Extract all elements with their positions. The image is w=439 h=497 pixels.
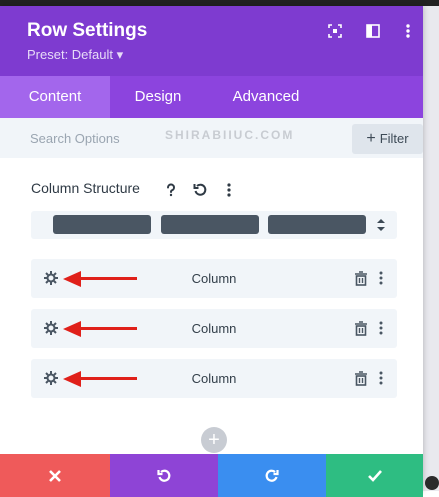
watermark-text: SHIRABIIUC.COM	[165, 128, 295, 142]
gear-icon[interactable]	[43, 320, 59, 341]
reset-icon[interactable]	[192, 182, 208, 198]
check-icon	[367, 470, 382, 483]
preset-dropdown[interactable]: Preset: Default ▾	[27, 47, 123, 63]
gear-icon[interactable]	[43, 270, 59, 291]
column-structure-select[interactable]	[31, 211, 397, 239]
plus-icon: +	[366, 130, 376, 147]
more-icon[interactable]	[399, 22, 417, 40]
trash-icon[interactable]	[354, 271, 368, 292]
structure-column-block	[53, 215, 151, 234]
panel-header: Row Settings Preset: Default ▾	[0, 6, 423, 76]
column-row[interactable]: Column	[31, 359, 397, 398]
updown-icon	[375, 217, 387, 238]
plus-icon: +	[208, 429, 220, 451]
column-structure-label: Column Structure	[31, 180, 140, 196]
tab-content[interactable]: Content	[0, 76, 110, 118]
more-icon[interactable]	[221, 182, 237, 198]
tab-design[interactable]: Design	[118, 76, 198, 118]
column-label: Column	[191, 271, 237, 286]
trash-icon[interactable]	[354, 371, 368, 392]
help-icon[interactable]	[163, 182, 179, 198]
column-label: Column	[191, 371, 237, 386]
red-arrow-annotation	[59, 269, 139, 294]
filter-button[interactable]: + Filter	[352, 124, 423, 154]
close-icon	[49, 470, 61, 483]
column-row[interactable]: Column	[31, 309, 397, 348]
split-view-icon[interactable]	[364, 22, 382, 40]
gear-icon[interactable]	[43, 370, 59, 391]
tab-advanced[interactable]: Advanced	[220, 76, 312, 118]
redo-icon	[265, 469, 279, 483]
resize-handle-icon[interactable]	[425, 476, 439, 490]
column-label: Column	[191, 321, 237, 336]
more-icon[interactable]	[377, 320, 385, 341]
panel-title: Row Settings	[27, 20, 148, 41]
fullscreen-icon[interactable]	[326, 22, 344, 40]
structure-column-block	[268, 215, 366, 234]
add-column-button[interactable]: +	[201, 427, 227, 453]
structure-column-block	[161, 215, 259, 234]
tab-bar: Content Design Advanced	[0, 76, 423, 118]
row-settings-panel: Row Settings Preset: Default ▾ Content D…	[0, 6, 423, 497]
more-icon[interactable]	[377, 370, 385, 391]
red-arrow-annotation	[59, 319, 139, 344]
filter-label: Filter	[379, 131, 409, 146]
red-arrow-annotation	[59, 369, 139, 394]
column-row[interactable]: Column	[31, 259, 397, 298]
undo-icon	[157, 469, 171, 483]
more-icon[interactable]	[377, 270, 385, 291]
right-gutter	[423, 6, 439, 491]
trash-icon[interactable]	[354, 321, 368, 342]
